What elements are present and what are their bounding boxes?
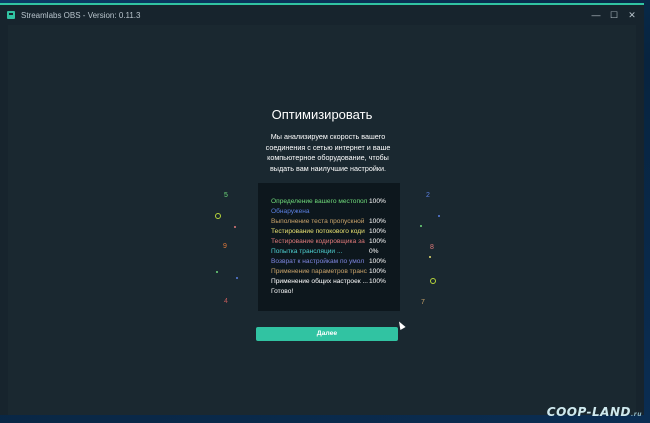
log-row: Определение вашего местопол 100% [271, 197, 400, 207]
confetti-digit: 4 [224, 298, 228, 305]
optimize-description: Мы анализируем скорость вашего соединени… [265, 132, 391, 173]
app-window: Streamlabs OBS - Version: 0.11.3 — ☐ ✕ О… [0, 3, 644, 415]
log-progress: 100% [369, 238, 386, 245]
watermark-text: COOP-LAND [546, 405, 631, 419]
log-progress: 100% [369, 258, 386, 265]
log-progress: 100% [369, 198, 386, 205]
log-row: Применение общих настроек ... 100% [271, 277, 400, 287]
log-progress: 100% [369, 278, 386, 285]
close-button[interactable]: ✕ [624, 10, 640, 21]
log-row: Тестирование потокового коди 100% [271, 227, 400, 237]
log-step: Попытка трансляции ... [271, 248, 343, 255]
window-title: Streamlabs OBS - Version: 0.11.3 [21, 10, 141, 20]
confetti-digit: 5 [224, 192, 228, 199]
confetti-digit: 9 [223, 243, 227, 250]
confetti-dot [420, 225, 422, 227]
log-row: Обнаружена [271, 207, 400, 217]
log-step: Тестирование потокового коди [271, 228, 365, 235]
confetti-dot [236, 277, 238, 279]
streamlabs-logo-icon [7, 11, 15, 19]
optimization-log: Определение вашего местопол 100% Обнаруж… [258, 183, 400, 311]
log-row: Возврат к настройкам по умол 100% [271, 257, 400, 267]
log-step: Возврат к настройкам по умол [271, 258, 365, 265]
confetti-digit: 8 [430, 244, 434, 251]
title-bar[interactable]: Streamlabs OBS - Version: 0.11.3 — ☐ ✕ [0, 5, 644, 25]
minimize-button[interactable]: — [588, 10, 604, 20]
log-row: Выполнение теста пропускной 100% [271, 217, 400, 227]
log-progress: 100% [369, 218, 386, 225]
log-step: Применение параметров транс [271, 268, 367, 275]
confetti-dot [234, 226, 236, 228]
confetti-digit: 2 [426, 192, 430, 199]
page-title: Оптимизировать [271, 107, 373, 122]
log-step: Тестирование кодировщика за [271, 238, 365, 245]
log-row: Попытка трансляции ... 0% [271, 247, 400, 257]
window-controls: — ☐ ✕ [586, 5, 640, 25]
confetti-dot [438, 215, 440, 217]
confetti-ring [215, 213, 221, 219]
log-row: Тестирование кодировщика за 100% [271, 237, 400, 247]
log-progress: 0% [369, 248, 379, 255]
next-button[interactable]: Далее [256, 327, 398, 341]
log-row: Применение параметров транс 100% [271, 267, 400, 277]
log-row: Готово! [271, 287, 400, 297]
log-step: Выполнение теста пропускной [271, 218, 365, 225]
log-progress: 100% [369, 268, 386, 275]
confetti-digit: 7 [421, 299, 425, 306]
log-progress: 100% [369, 228, 386, 235]
confetti-ring [430, 278, 436, 284]
confetti-dot [216, 271, 218, 273]
log-step: Определение вашего местопол [271, 198, 368, 205]
log-step: Готово! [271, 288, 294, 295]
maximize-button[interactable]: ☐ [606, 10, 622, 21]
optimize-panel: Оптимизировать Мы анализируем скорость в… [8, 25, 636, 415]
log-step: Обнаружена [271, 208, 310, 215]
log-step: Применение общих настроек ... [271, 278, 368, 285]
site-watermark: COOP-LAND.ru [547, 405, 642, 419]
confetti-dot [429, 256, 431, 258]
watermark-suffix: .ru [630, 411, 642, 418]
